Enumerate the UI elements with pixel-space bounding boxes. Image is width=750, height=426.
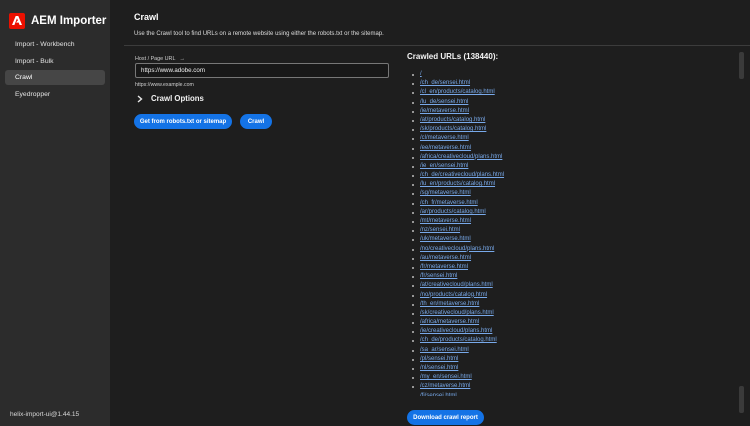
crawled-url-link[interactable]: /lu_de/sensei.html bbox=[407, 98, 745, 107]
version-label: helix-import-ui@1.44.15 bbox=[10, 411, 80, 418]
crawled-url-link[interactable]: /nz/sensei.html bbox=[407, 226, 745, 235]
crawled-url-link[interactable]: /nl/sensei.html bbox=[407, 364, 745, 373]
results-scrollbar[interactable] bbox=[739, 52, 744, 420]
crawled-url-link[interactable]: /lu_en/products/catalog.html bbox=[407, 180, 745, 189]
app-title: AEM Importer bbox=[31, 14, 107, 27]
crawled-url-link[interactable]: /ch_de/products/catalog.html bbox=[407, 336, 745, 345]
crawled-url-link[interactable]: /at/products/catalog.html bbox=[407, 116, 745, 125]
crawl-button[interactable]: Crawl bbox=[240, 114, 272, 129]
divider bbox=[124, 45, 750, 46]
sidebar: AEM Importer Import - Workbench Import -… bbox=[0, 0, 110, 426]
sidebar-nav: Import - Workbench Import - Bulk Crawl E… bbox=[0, 37, 110, 102]
crawled-url-link[interactable]: /sg/metaverse.html bbox=[407, 189, 745, 198]
crawled-url-link[interactable]: /ee/metaverse.html bbox=[407, 144, 745, 153]
scrollbar-thumb-lower[interactable] bbox=[739, 386, 744, 413]
crawled-url-list: //ch_de/sensei.html/cl_en/products/catal… bbox=[407, 70, 745, 396]
crawled-url-link[interactable]: /sk/creativecloud/plans.html bbox=[407, 309, 745, 318]
crawled-url-link[interactable]: /ch_de/sensei.html bbox=[407, 79, 745, 88]
crawled-url-link[interactable]: /mt/metaverse.html bbox=[407, 217, 745, 226]
crawled-url-link[interactable]: /no/creativecloud/plans.html bbox=[407, 245, 745, 254]
adobe-logo-icon bbox=[9, 12, 25, 29]
page-title: Crawl bbox=[134, 12, 159, 22]
download-crawl-report-button[interactable]: Download crawl report bbox=[407, 410, 484, 425]
scrollbar-thumb[interactable] bbox=[739, 52, 744, 79]
crawled-url-link[interactable]: /fi/sensei.html bbox=[407, 392, 745, 396]
sidebar-item-import-workbench[interactable]: Import - Workbench bbox=[5, 37, 105, 52]
get-robots-sitemap-button[interactable]: Get from robots.txt or sitemap bbox=[134, 114, 232, 129]
crawled-urls-panel: Crawled URLs (138440): //ch_de/sensei.ht… bbox=[407, 52, 745, 396]
crawled-url-link[interactable]: /cz/metaverse.html bbox=[407, 382, 745, 391]
crawled-url-link[interactable]: /th_en/metaverse.html bbox=[407, 300, 745, 309]
host-label-text: Host / Page URL bbox=[135, 56, 176, 62]
crawled-urls-title: Crawled URLs (138440): bbox=[407, 52, 499, 61]
crawled-url-link[interactable]: /ie/creativecloud/plans.html bbox=[407, 327, 745, 336]
chevron-right-icon bbox=[137, 94, 147, 103]
crawled-url-link[interactable]: /africa/metaverse.html bbox=[407, 318, 745, 327]
crawled-url-link[interactable]: /ch_fr/metaverse.html bbox=[407, 199, 745, 208]
crawled-url-link[interactable]: /my_en/sensei.html bbox=[407, 373, 745, 382]
crawled-url-link[interactable]: / bbox=[407, 70, 745, 79]
crawled-url-link[interactable]: /fr/sensei.html bbox=[407, 272, 745, 281]
crawled-url-link[interactable]: /uk/metaverse.html bbox=[407, 235, 745, 244]
sidebar-item-crawl[interactable]: Crawl bbox=[5, 70, 105, 85]
brand: AEM Importer bbox=[0, 0, 110, 30]
crawled-url-link[interactable]: /ie_en/sensei.html bbox=[407, 162, 745, 171]
crawled-url-link[interactable]: /africa/creativecloud/plans.html bbox=[407, 153, 745, 162]
crawled-url-link[interactable]: /sa_ar/sensei.html bbox=[407, 346, 745, 355]
arrow-right-icon: → bbox=[179, 56, 185, 62]
crawled-url-link[interactable]: /fr/metaverse.html bbox=[407, 263, 745, 272]
crawled-url-link[interactable]: /pl/sensei.html bbox=[407, 355, 745, 364]
sidebar-item-import-bulk[interactable]: Import - Bulk bbox=[5, 54, 105, 69]
crawled-url-link[interactable]: /no/products/catalog.html bbox=[407, 291, 745, 300]
crawl-options-label: Crawl Options bbox=[151, 94, 204, 103]
sidebar-item-eyedropper[interactable]: Eyedropper bbox=[5, 87, 105, 102]
host-help-text: https://www.example.com bbox=[135, 82, 194, 88]
crawled-url-link[interactable]: /ie/metaverse.html bbox=[407, 107, 745, 116]
crawl-options-toggle[interactable]: Crawl Options bbox=[137, 94, 204, 103]
crawled-url-link[interactable]: /at/creativecloud/plans.html bbox=[407, 281, 745, 290]
crawled-url-link[interactable]: /sk/products/catalog.html bbox=[407, 125, 745, 134]
crawled-url-link[interactable]: /cl_en/products/catalog.html bbox=[407, 88, 745, 97]
crawled-url-link[interactable]: /cl/metaverse.html bbox=[407, 134, 745, 143]
host-url-input[interactable] bbox=[135, 63, 389, 78]
page-description: Use the Crawl tool to find URLs on a rem… bbox=[134, 31, 384, 37]
host-field-label: Host / Page URL → bbox=[135, 56, 185, 62]
crawled-url-link[interactable]: /ch_de/creativecloud/plans.html bbox=[407, 171, 745, 180]
crawled-url-link[interactable]: /ar/products/catalog.html bbox=[407, 208, 745, 217]
crawled-url-link[interactable]: /au/metaverse.html bbox=[407, 254, 745, 263]
